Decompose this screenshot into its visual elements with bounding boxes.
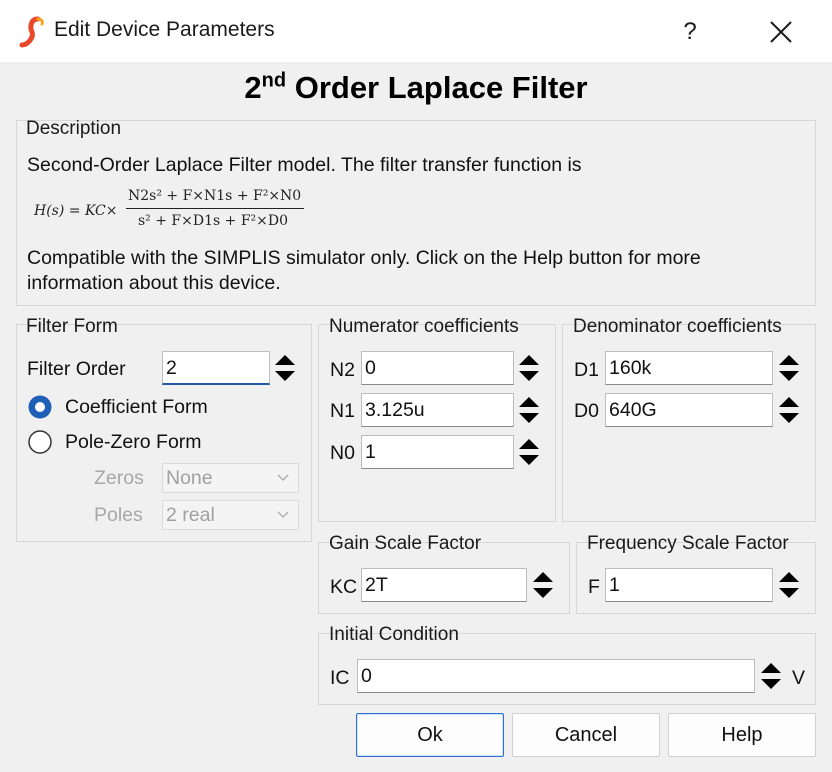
description-text-3: information about this device. bbox=[27, 272, 281, 294]
kc-label: KC bbox=[330, 576, 358, 598]
n1-input[interactable]: 3.125u bbox=[361, 393, 514, 427]
initial-condition-label: Initial Condition bbox=[329, 624, 459, 645]
kc-spinner[interactable] bbox=[530, 568, 556, 602]
gain-scale-label: Gain Scale Factor bbox=[329, 533, 482, 554]
description-text-1: Second-Order Laplace Filter model. The f… bbox=[27, 154, 582, 176]
description-label: Description bbox=[26, 118, 122, 139]
d1-spinner[interactable] bbox=[776, 351, 802, 385]
f-spinner[interactable] bbox=[776, 568, 802, 602]
filter-order-input[interactable]: 2 bbox=[162, 351, 270, 385]
filter-form-label: Filter Form bbox=[26, 316, 118, 337]
ic-spinner[interactable] bbox=[758, 659, 784, 693]
n1-spinner[interactable] bbox=[516, 393, 542, 427]
ic-label: IC bbox=[330, 667, 350, 689]
n2-spinner[interactable] bbox=[516, 351, 542, 385]
help-button[interactable]: Help bbox=[668, 713, 816, 757]
denominator-label: Denominator coefficients bbox=[573, 316, 782, 337]
f-input[interactable]: 1 bbox=[605, 568, 773, 602]
n2-input[interactable]: 0 bbox=[361, 351, 514, 385]
d0-label: D0 bbox=[574, 400, 599, 422]
context-help-button[interactable]: ? bbox=[670, 12, 710, 52]
transfer-function-formula: H(s) = KC× N2s² + F×N1s + F²×N0 s² + F×D… bbox=[34, 185, 334, 235]
n2-label: N2 bbox=[330, 359, 355, 381]
window-title: Edit Device Parameters bbox=[54, 18, 275, 41]
chevron-down-icon bbox=[276, 501, 290, 537]
cancel-button[interactable]: Cancel bbox=[512, 713, 660, 757]
n1-label: N1 bbox=[330, 400, 355, 422]
zeros-label: Zeros bbox=[94, 467, 144, 489]
ic-unit-label: V bbox=[792, 667, 806, 689]
d1-label: D1 bbox=[574, 359, 599, 381]
poles-label: Poles bbox=[94, 504, 143, 526]
kc-input[interactable]: 2T bbox=[361, 568, 527, 602]
numerator-label: Numerator coefficients bbox=[329, 316, 519, 337]
frequency-scale-label: Frequency Scale Factor bbox=[587, 533, 789, 554]
pole-zero-form-label: Pole-Zero Form bbox=[65, 431, 202, 453]
zeros-select[interactable]: None bbox=[162, 463, 299, 493]
close-icon bbox=[770, 21, 792, 43]
filter-order-label: Filter Order bbox=[27, 358, 126, 380]
n0-input[interactable]: 1 bbox=[361, 435, 514, 469]
pole-zero-form-radio[interactable] bbox=[28, 430, 52, 454]
f-label: F bbox=[588, 576, 600, 598]
n0-label: N0 bbox=[330, 442, 355, 464]
ok-button[interactable]: Ok bbox=[356, 713, 504, 757]
chevron-down-icon bbox=[276, 464, 290, 500]
dialog-heading: 2nd Order Laplace Filter bbox=[244, 69, 588, 105]
filter-order-spinner[interactable] bbox=[272, 351, 298, 385]
ic-input[interactable]: 0 bbox=[357, 659, 755, 693]
d0-input[interactable]: 640G bbox=[605, 393, 773, 427]
coefficient-form-label: Coefficient Form bbox=[65, 396, 208, 418]
n0-spinner[interactable] bbox=[516, 435, 542, 469]
d1-input[interactable]: 160k bbox=[605, 351, 773, 385]
poles-select[interactable]: 2 real bbox=[162, 500, 299, 530]
d0-spinner[interactable] bbox=[776, 393, 802, 427]
description-text-2: Compatible with the SIMPLIS simulator on… bbox=[27, 247, 701, 269]
close-button[interactable] bbox=[756, 12, 806, 52]
coefficient-form-radio[interactable] bbox=[28, 395, 52, 419]
app-logo-icon bbox=[18, 16, 46, 48]
